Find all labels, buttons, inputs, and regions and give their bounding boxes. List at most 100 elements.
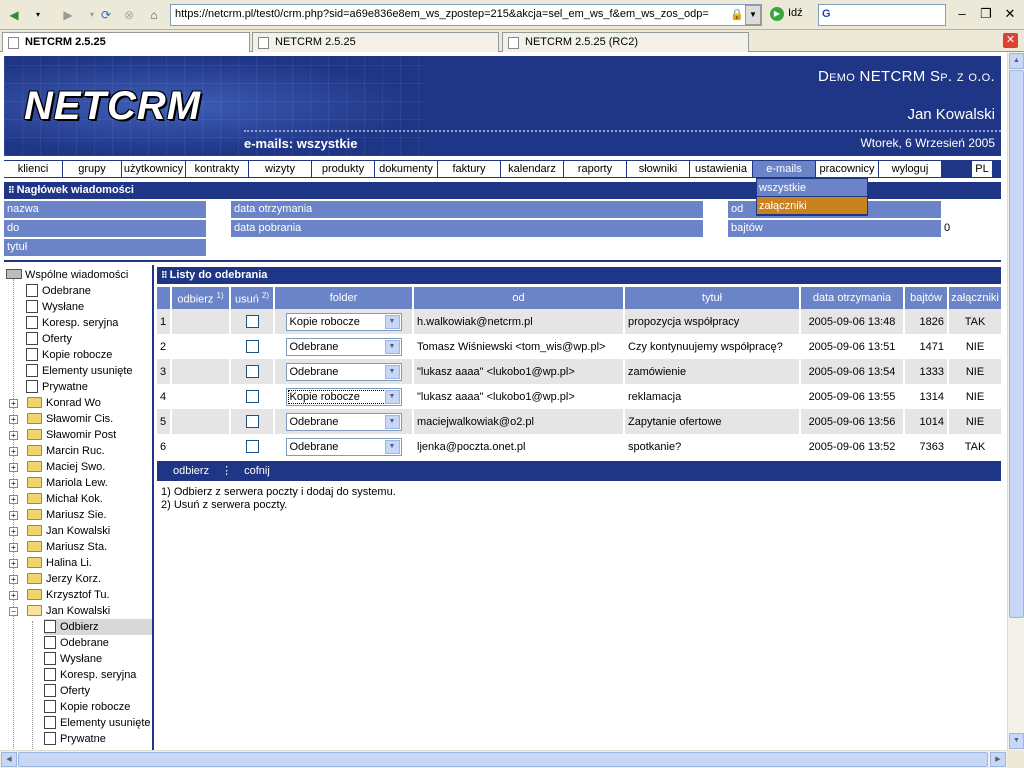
submenu-zalaczniki[interactable]: załączniki <box>757 197 867 215</box>
tree-shared-prywatne[interactable]: Prywatne <box>26 379 88 395</box>
expand-icon[interactable]: + <box>9 591 18 600</box>
close-tab-icon[interactable]: ✕ <box>1003 33 1018 48</box>
browser-tab-2[interactable]: NETCRM 2.5.25 <box>252 32 499 52</box>
expand-icon[interactable]: + <box>9 495 18 504</box>
tree-shared-kopie[interactable]: Kopie robocze <box>26 347 112 363</box>
address-dropdown-icon[interactable]: ▼ <box>745 5 761 25</box>
tree-user[interactable]: + Jan Kowalski <box>9 523 110 539</box>
chevron-down-icon[interactable]: ▼ <box>384 364 400 379</box>
tree-user[interactable]: + Halina Li. <box>9 555 92 571</box>
tree-child-kopie[interactable]: Kopie robocze <box>44 699 130 715</box>
tree-user[interactable]: + Mariola Lew. <box>9 475 108 491</box>
search-input[interactable]: G <box>818 4 946 26</box>
scroll-left-icon[interactable]: ◀ <box>1 752 17 767</box>
menu-wyloguj[interactable]: wyloguj <box>879 161 941 177</box>
expand-icon[interactable]: + <box>9 463 18 472</box>
tree-user-expanded[interactable]: − Jan Kowalski <box>9 603 110 619</box>
menu-klienci[interactable]: klienci <box>4 161 62 177</box>
menu-dokumenty[interactable]: dokumenty <box>375 161 437 177</box>
expand-icon[interactable]: + <box>9 447 18 456</box>
tree-user[interactable]: + Mariusz Sie. <box>9 507 107 523</box>
expand-icon[interactable]: + <box>9 431 18 440</box>
scroll-right-icon[interactable]: ▶ <box>990 752 1006 767</box>
address-bar[interactable]: https://netcrm.pl/test0/crm.php?sid=a69e… <box>170 4 762 26</box>
vertical-scrollbar[interactable]: ▲ ▼ <box>1007 52 1024 750</box>
folder-select[interactable]: Kopie robocze ▼ <box>285 387 402 406</box>
expand-icon[interactable]: + <box>9 511 18 520</box>
tree-user[interactable]: + Mariusz Sta. <box>9 539 107 555</box>
tree-user[interactable]: + Sławomir Post <box>9 427 116 443</box>
expand-icon[interactable]: + <box>9 479 18 488</box>
language-switch[interactable]: PL <box>972 161 992 177</box>
back-menu-icon[interactable]: ▾ <box>28 5 48 25</box>
chevron-down-icon[interactable]: ▼ <box>384 314 400 329</box>
menu-raporty[interactable]: raporty <box>564 161 626 177</box>
tree-shared-koresp[interactable]: Koresp. seryjna <box>26 315 118 331</box>
delete-checkbox[interactable] <box>245 415 259 428</box>
folder-select[interactable]: Odebrane ▼ <box>285 412 402 431</box>
expand-icon[interactable]: + <box>9 559 18 568</box>
restore-icon[interactable]: ❐ <box>977 6 995 24</box>
receive-button[interactable]: odbierz <box>173 465 209 477</box>
reload-icon[interactable]: ⟳ <box>96 5 116 25</box>
folder-select[interactable]: Odebrane ▼ <box>285 437 402 456</box>
scroll-thumb[interactable] <box>18 752 988 767</box>
tree-child-prywatne[interactable]: Prywatne <box>44 731 106 747</box>
scroll-thumb[interactable] <box>1009 70 1024 618</box>
menu-slowniki[interactable]: słowniki <box>627 161 689 177</box>
tree-shared-oferty[interactable]: Oferty <box>26 331 72 347</box>
expand-icon[interactable]: + <box>9 399 18 408</box>
tree-child-usuniete[interactable]: Elementy usunięte <box>44 715 151 731</box>
tree-root[interactable]: Wspólne wiadomości <box>6 267 128 283</box>
menu-faktury[interactable]: faktury <box>438 161 500 177</box>
tree-child-wyslane[interactable]: Wysłane <box>44 651 102 667</box>
folder-select[interactable]: Odebrane ▼ <box>285 337 402 356</box>
tree-child-koresp[interactable]: Koresp. seryjna <box>44 667 136 683</box>
tree-user[interactable]: + Marcin Ruc. <box>9 443 105 459</box>
tree-user[interactable]: + Sławomir Cis. <box>9 411 113 427</box>
expand-icon[interactable]: + <box>9 527 18 536</box>
chevron-down-icon[interactable]: ▼ <box>384 439 400 454</box>
minimize-icon[interactable]: – <box>953 6 971 24</box>
collapse-icon[interactable]: − <box>9 607 18 616</box>
tree-shared-usuniete[interactable]: Elementy usunięte <box>26 363 133 379</box>
tree-shared-odebrane[interactable]: Odebrane <box>26 283 91 299</box>
tree-shared-wyslane[interactable]: Wysłane <box>26 299 84 315</box>
delete-checkbox[interactable] <box>245 340 259 353</box>
delete-checkbox[interactable] <box>245 365 259 378</box>
tree-user[interactable]: + Michał Kok. <box>9 491 103 507</box>
menu-emails[interactable]: e-mails <box>753 161 815 177</box>
browser-tab-3[interactable]: NETCRM 2.5.25 (RC2) <box>502 32 749 52</box>
menu-wizyty[interactable]: wizyty <box>249 161 311 177</box>
chevron-down-icon[interactable]: ▼ <box>384 339 400 354</box>
submenu-wszystkie[interactable]: wszystkie <box>757 179 867 197</box>
folder-select[interactable]: Kopie robocze ▼ <box>285 312 402 331</box>
menu-kalendarz[interactable]: kalendarz <box>501 161 563 177</box>
tree-user[interactable]: + Konrad Wo <box>9 395 101 411</box>
delete-checkbox[interactable] <box>245 390 259 403</box>
delete-checkbox[interactable] <box>245 440 259 453</box>
delete-checkbox[interactable] <box>245 315 259 328</box>
expand-icon[interactable]: + <box>9 543 18 552</box>
expand-icon[interactable]: + <box>9 575 18 584</box>
close-window-icon[interactable]: ✕ <box>1001 6 1019 24</box>
tree-child-odbierz[interactable]: Odbierz <box>44 619 152 635</box>
menu-ustawienia[interactable]: ustawienia <box>690 161 752 177</box>
tree-user[interactable]: + Maciej Swo. <box>9 459 105 475</box>
folder-select[interactable]: Odebrane ▼ <box>285 362 402 381</box>
menu-pracownicy[interactable]: pracownicy <box>816 161 878 177</box>
go-button[interactable]: ▶ Idź <box>770 7 803 21</box>
tree-child-oferty[interactable]: Oferty <box>44 683 90 699</box>
back-icon[interactable]: ◀ <box>4 5 24 25</box>
home-icon[interactable]: ⌂ <box>144 5 164 25</box>
menu-uzytkownicy[interactable]: użytkownicy <box>122 161 185 177</box>
expand-icon[interactable]: + <box>9 415 18 424</box>
chevron-down-icon[interactable]: ▼ <box>384 389 400 404</box>
scroll-up-icon[interactable]: ▲ <box>1009 53 1024 69</box>
back-button[interactable]: cofnij <box>244 465 270 477</box>
menu-grupy[interactable]: grupy <box>63 161 121 177</box>
stop-icon[interactable]: ⊗ <box>119 5 139 25</box>
forward-icon[interactable]: ▶ <box>58 5 78 25</box>
menu-kontrakty[interactable]: kontrakty <box>186 161 248 177</box>
tree-child-odebrane[interactable]: Odebrane <box>44 635 109 651</box>
